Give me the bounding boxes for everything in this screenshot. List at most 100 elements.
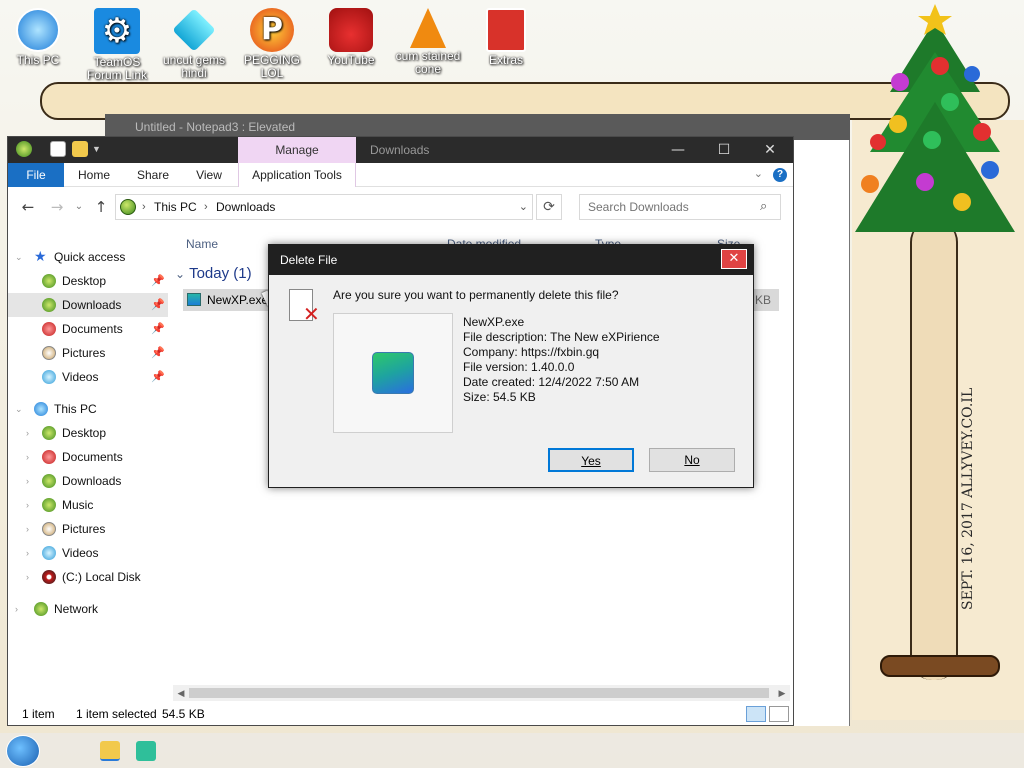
- file-name: NewXP.exe: [207, 293, 269, 307]
- details-view-button[interactable]: [746, 706, 766, 722]
- nav-pc-local-disk[interactable]: › (C:) Local Disk: [8, 565, 168, 589]
- expand-chevron-icon[interactable]: ›: [26, 493, 29, 517]
- address-dropdown-icon[interactable]: ⌄: [519, 195, 528, 219]
- file-preview: [333, 313, 453, 433]
- exe-large-icon: [372, 352, 414, 394]
- scrollbar-thumb[interactable]: [189, 688, 769, 698]
- dialog-titlebar[interactable]: Delete File: [269, 245, 753, 275]
- expand-chevron-icon[interactable]: ›: [26, 445, 29, 469]
- expand-chevron-icon[interactable]: ›: [26, 421, 29, 445]
- breadcrumb-separator[interactable]: ›: [142, 195, 146, 219]
- ribbon-tabs: File Home Share View Application Tools ⌄…: [8, 163, 793, 187]
- explorer-titlebar[interactable]: ▼ Manage Downloads — ☐ ✕: [8, 137, 793, 163]
- scroll-left-arrow[interactable]: ◀: [173, 685, 189, 701]
- disk-icon: [42, 570, 56, 584]
- network-icon: [34, 602, 48, 616]
- taskbar-file-explorer-icon[interactable]: [100, 741, 120, 761]
- dialog-close-button[interactable]: ✕: [721, 249, 747, 269]
- collapse-chevron-icon[interactable]: ⌄: [15, 397, 23, 421]
- close-button[interactable]: ✕: [747, 137, 793, 163]
- scroll-right-arrow[interactable]: ▶: [774, 685, 790, 701]
- nav-pc-pictures[interactable]: › Pictures: [8, 517, 168, 541]
- tab-application-tools[interactable]: Application Tools: [238, 163, 356, 187]
- no-button[interactable]: No: [649, 448, 735, 472]
- nav-pc-videos[interactable]: › Videos: [8, 541, 168, 565]
- explorer-app-icon[interactable]: [16, 141, 32, 157]
- tab-file[interactable]: File: [8, 163, 64, 187]
- desktop-icon-cum-stained-cone[interactable]: cum stained cone: [392, 8, 464, 76]
- nav-pc-documents[interactable]: › Documents: [8, 445, 168, 469]
- start-button[interactable]: [6, 735, 40, 767]
- desktop-icon-this-pc[interactable]: This PC: [2, 8, 74, 67]
- horizontal-scrollbar[interactable]: ◀ ▶: [173, 685, 790, 701]
- taskbar-notepad-icon[interactable]: [136, 741, 156, 761]
- expand-chevron-icon[interactable]: ›: [15, 597, 18, 621]
- help-icon[interactable]: ?: [773, 168, 787, 182]
- documents-icon: [42, 322, 56, 336]
- nav-pc-downloads[interactable]: › Downloads: [8, 469, 168, 493]
- nav-qa-desktop[interactable]: Desktop 📌: [8, 269, 168, 293]
- ribbon-expand-icon[interactable]: ⌄: [754, 167, 763, 180]
- expand-chevron-icon[interactable]: ›: [26, 541, 29, 565]
- status-selected: 1 item selected: [76, 707, 157, 721]
- downloads-folder-icon: [120, 199, 136, 215]
- info-description: File description: The New eXPirience: [463, 330, 660, 344]
- desktop-icon-youtube[interactable]: YouTube: [315, 8, 387, 67]
- manage-context-tab[interactable]: Manage: [238, 137, 356, 163]
- new-folder-icon[interactable]: [72, 141, 88, 157]
- pictures-icon: [42, 522, 56, 536]
- qat-dropdown-icon[interactable]: ▼: [92, 141, 108, 157]
- desktop-icon-uncut-gems-hindi[interactable]: uncut gems hindi: [158, 8, 230, 80]
- nav-this-pc[interactable]: ⌄ This PC: [8, 397, 168, 421]
- nav-network[interactable]: › Network: [8, 597, 168, 621]
- nav-qa-videos[interactable]: Videos 📌: [8, 365, 168, 389]
- nav-qa-documents[interactable]: Documents 📌: [8, 317, 168, 341]
- address-row: ← → ⌄ ↑ › This PC › Downloads ⌄ ⟳ ⌕: [8, 189, 793, 225]
- refresh-button[interactable]: ⟳: [536, 194, 562, 220]
- column-header-name[interactable]: Name: [186, 237, 218, 251]
- tab-view[interactable]: View: [186, 163, 232, 187]
- address-bar[interactable]: › This PC › Downloads ⌄: [115, 194, 533, 220]
- breadcrumb-downloads[interactable]: Downloads: [216, 195, 275, 219]
- breadcrumb-this-pc[interactable]: This PC: [154, 195, 197, 219]
- collapse-chevron-icon[interactable]: ⌄: [15, 245, 23, 269]
- yes-button[interactable]: Yes: [548, 448, 634, 472]
- monitor-icon: [16, 8, 60, 52]
- search-icon[interactable]: ⌕: [760, 199, 767, 214]
- expand-chevron-icon[interactable]: ›: [26, 469, 29, 493]
- tab-share[interactable]: Share: [128, 163, 178, 187]
- desktop-icon-teamos-forum-link[interactable]: ⚙ TeamOS Forum Link: [81, 8, 153, 82]
- maximize-button[interactable]: ☐: [701, 137, 747, 163]
- group-header-today[interactable]: ⌄ Today (1): [175, 265, 252, 282]
- expand-chevron-icon[interactable]: ›: [26, 517, 29, 541]
- confirm-question: Are you sure you want to permanently del…: [333, 288, 619, 302]
- nav-qa-pictures[interactable]: Pictures 📌: [8, 341, 168, 365]
- minimize-button[interactable]: —: [655, 137, 701, 163]
- nav-quick-access[interactable]: ⌄ ★ Quick access: [8, 245, 168, 269]
- expand-chevron-icon[interactable]: ›: [26, 565, 29, 589]
- pin-icon[interactable]: 📌: [151, 293, 165, 317]
- large-icons-view-button[interactable]: [769, 706, 789, 722]
- desktop-icon-extras[interactable]: Extras: [470, 8, 542, 67]
- search-input[interactable]: [579, 194, 781, 220]
- up-button[interactable]: ↑: [92, 198, 110, 216]
- breadcrumb-separator[interactable]: ›: [204, 195, 208, 219]
- forward-button[interactable]: →: [48, 198, 66, 216]
- nav-pc-music[interactable]: › Music: [8, 493, 168, 517]
- nav-pc-desktop[interactable]: › Desktop: [8, 421, 168, 445]
- wallpaper-scribble: SEPT. 16, 2017 ALLYVEY.CO.IL: [960, 387, 976, 610]
- tab-home[interactable]: Home: [70, 163, 118, 187]
- properties-icon[interactable]: [50, 141, 66, 157]
- pin-icon[interactable]: 📌: [151, 365, 165, 389]
- scroll-handle: [880, 655, 1000, 677]
- recent-dropdown-icon[interactable]: ⌄: [70, 198, 88, 216]
- pin-icon[interactable]: 📌: [151, 341, 165, 365]
- pin-icon[interactable]: 📌: [151, 269, 165, 293]
- nav-qa-downloads[interactable]: Downloads 📌: [8, 293, 168, 317]
- status-size: 54.5 KB: [162, 707, 205, 721]
- vlc-cone-icon: [410, 8, 446, 48]
- dialog-body: ✕ Are you sure you want to permanently d…: [269, 275, 753, 487]
- back-button[interactable]: ←: [19, 198, 37, 216]
- pin-icon[interactable]: 📌: [151, 317, 165, 341]
- desktop-icon-pegging-lol[interactable]: P PEGGING LOL: [236, 8, 308, 80]
